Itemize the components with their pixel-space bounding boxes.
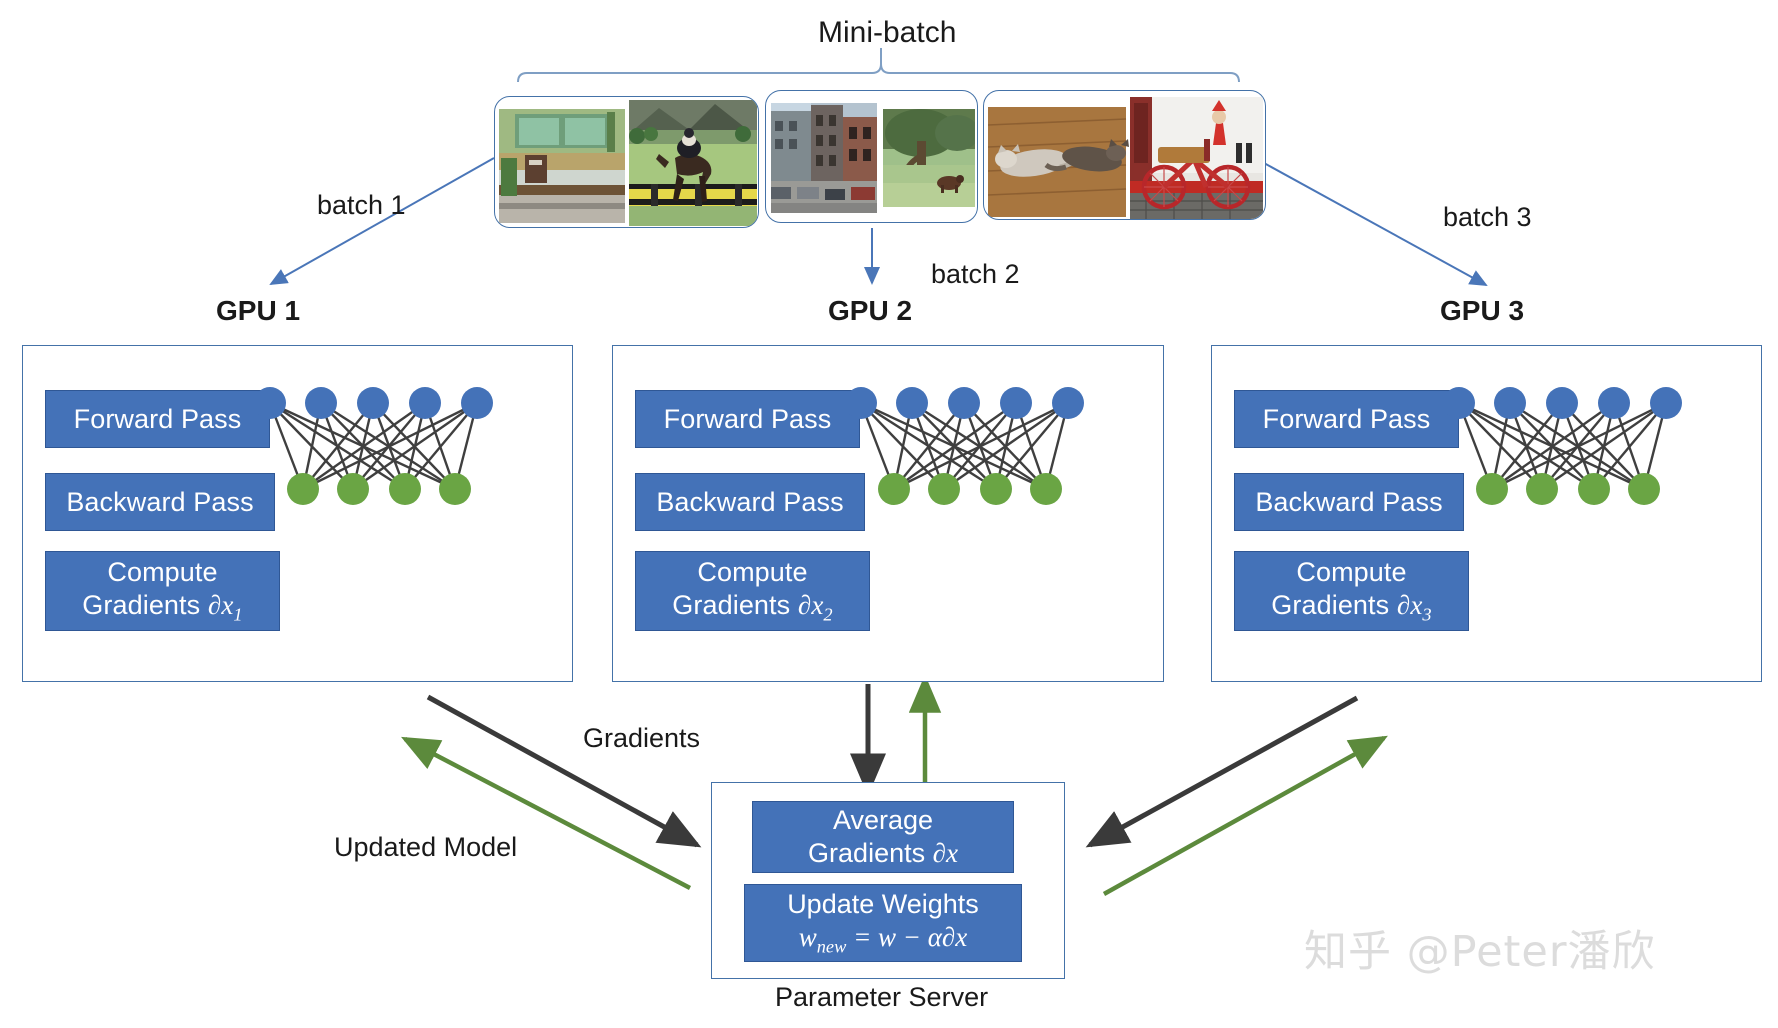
mini-batch-brace (517, 48, 1240, 83)
average-gradients-box[interactable]: Average Gradients ∂x (752, 801, 1014, 873)
gpu-2-backward-pass-box[interactable]: Backward Pass (635, 473, 865, 531)
batch-1-label: batch 1 (317, 190, 406, 220)
batch-2-thumbnails (771, 103, 975, 213)
gpu-3-compute-line2: Gradients (1271, 590, 1390, 621)
gpu-1-neural-network (255, 387, 493, 505)
gpu-3-title: GPU 3 (1440, 295, 1525, 326)
batch-1-arrow (269, 157, 495, 285)
parameter-server-title: Parameter Server (775, 982, 989, 1012)
gpu-2-compute-line2: Gradients (672, 590, 791, 621)
gpu-1-backward-pass-box[interactable]: Backward Pass (45, 473, 275, 531)
gpu-3-neural-network (1444, 387, 1682, 505)
gpu-3-compute-gradients-box[interactable]: Compute Gradients ∂x3 (1234, 551, 1469, 631)
update-weights-box[interactable]: Update Weights wnew = w − α∂x (744, 884, 1022, 962)
gpu-3-gradient-symbol: ∂x3 (1396, 590, 1432, 625)
gpu-2-compute-gradients-box[interactable]: Compute Gradients ∂x2 (635, 551, 870, 631)
gpu-1-backward-pass-label: Backward Pass (66, 486, 254, 517)
batch-1-box (494, 96, 759, 228)
batch-3-thumbnails (988, 97, 1263, 219)
red-bicycle-photo (1130, 97, 1263, 219)
batch-2-box (765, 90, 978, 223)
gpu3-updated-model-arrow (1102, 735, 1388, 896)
gpu-1-panel: Forward Pass Backward Pass Compute Gradi… (22, 345, 573, 682)
gpu-1-gradient-symbol: ∂x1 (207, 590, 243, 625)
updated-model-flow-label: Updated Model (334, 832, 518, 862)
cow-under-tree-photo (883, 109, 975, 207)
diagram-canvas: Mini-batch batch 1 batch 2 batch 3 GPU 1… (0, 0, 1778, 1028)
gpu-1-compute-line1: Compute (107, 557, 218, 588)
update-weights-line1: Update Weights (787, 889, 979, 920)
mini-batch-title: Mini-batch (818, 16, 957, 49)
gpu-2-neural-network (846, 387, 1084, 505)
parameter-server-panel: Average Gradients ∂x Update Weights wnew… (711, 782, 1065, 979)
cats-on-floor-photo (988, 107, 1129, 217)
city-street-photo (771, 103, 877, 213)
zhihu-watermark: 知乎 @Peter潘欣 (1304, 927, 1656, 977)
gpu-1-title: GPU 1 (216, 295, 301, 326)
gpu-3-backward-pass-box[interactable]: Backward Pass (1234, 473, 1464, 531)
batch-2-label: batch 2 (931, 259, 1020, 289)
green-glass-house-photo (499, 109, 625, 223)
gpu1-updated-model-arrow (401, 736, 692, 890)
gpu-3-compute-line1: Compute (1296, 557, 1407, 588)
batch-3-box (983, 90, 1266, 220)
batch-1-thumbnails (499, 100, 757, 226)
gpu-2-title: GPU 2 (828, 295, 913, 326)
gradients-flow-label: Gradients (583, 723, 701, 753)
gpu-2-forward-pass-box[interactable]: Forward Pass (635, 390, 860, 448)
gpu-2-compute-line1: Compute (697, 557, 808, 588)
gpu-3-forward-pass-label: Forward Pass (1262, 403, 1431, 434)
gpu-2-backward-pass-label: Backward Pass (656, 486, 844, 517)
gpu-3-forward-pass-box[interactable]: Forward Pass (1234, 390, 1459, 448)
gpu-1-forward-pass-label: Forward Pass (73, 403, 242, 434)
average-gradient-symbol: ∂x (932, 838, 958, 868)
horse-jumping-photo (629, 100, 757, 226)
gpu-1-forward-pass-box[interactable]: Forward Pass (45, 390, 270, 448)
gpu-3-backward-pass-label: Backward Pass (1255, 486, 1443, 517)
gpu-1-compute-line2: Gradients (82, 590, 201, 621)
average-gradients-line2: Gradients (808, 838, 926, 868)
gpu-1-compute-gradients-box[interactable]: Compute Gradients ∂x1 (45, 551, 280, 631)
gpu-2-forward-pass-label: Forward Pass (663, 403, 832, 434)
batch-3-label: batch 3 (1443, 202, 1532, 232)
update-weights-formula: wnew = w − α∂x (798, 922, 968, 957)
gpu-3-panel: Forward Pass Backward Pass Compute Gradi… (1211, 345, 1762, 682)
average-gradients-line1: Average (832, 805, 934, 836)
gpu1-gradients-arrow (426, 694, 702, 848)
gpu-2-panel: Forward Pass Backward Pass Compute Gradi… (612, 345, 1164, 682)
gpu-2-gradient-symbol: ∂x2 (797, 590, 833, 625)
gpu3-gradients-arrow (1085, 695, 1359, 848)
